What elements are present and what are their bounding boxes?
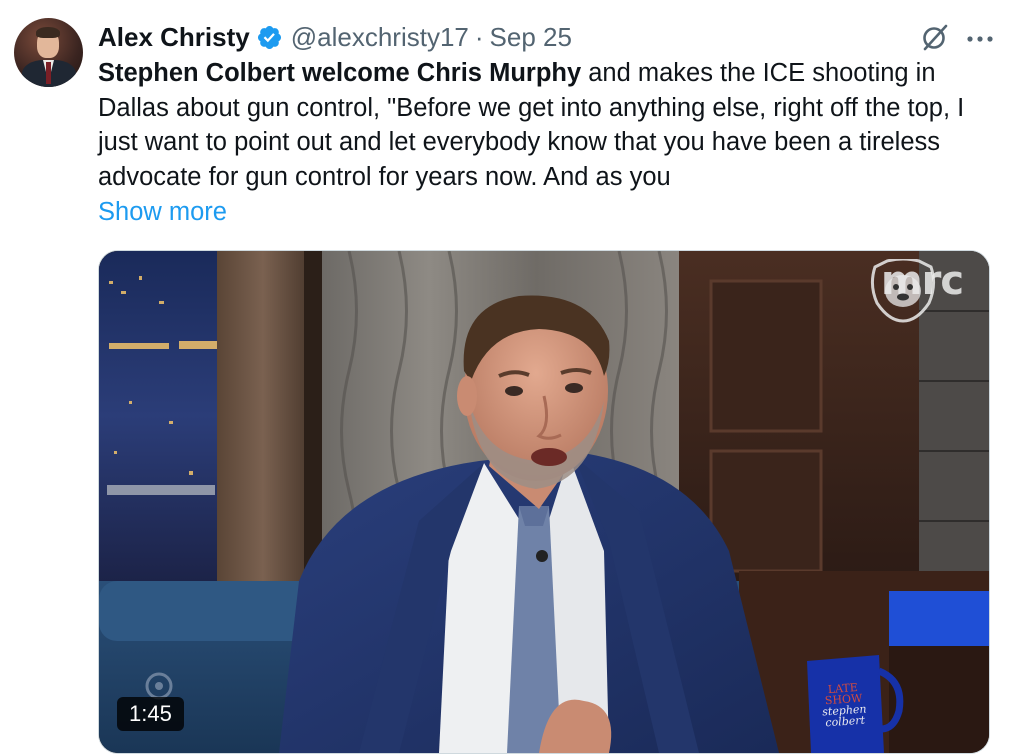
video-duration: 1:45	[117, 697, 184, 731]
verified-badge-icon[interactable]	[256, 24, 283, 51]
top-actions	[920, 22, 994, 57]
mrc-watermark: mrc	[867, 259, 977, 369]
show-more-link[interactable]: Show more	[98, 195, 227, 229]
avatar-tie	[46, 62, 51, 84]
tweet[interactable]: Alex Christy @alexchristy17 · Sep 25 Ste	[0, 0, 1024, 756]
separator: ·	[474, 22, 484, 52]
timestamp[interactable]: Sep 25	[490, 20, 572, 54]
more-options-icon[interactable]	[966, 31, 994, 49]
tweet-text: Stephen Colbert welcome Chris Murphy and…	[98, 56, 1003, 194]
display-name[interactable]: Alex Christy	[98, 20, 250, 54]
avatar[interactable]	[14, 18, 83, 87]
bulldog-logo-icon	[870, 259, 936, 323]
grok-icon[interactable]	[920, 22, 950, 57]
handle[interactable]: @alexchristy17	[291, 20, 469, 54]
tweet-header: Alex Christy @alexchristy17 · Sep 25	[98, 20, 572, 54]
tweet-bold-text[interactable]: Stephen Colbert welcome Chris Murphy	[98, 59, 581, 87]
video-frame	[99, 251, 989, 753]
avatar-hair	[36, 27, 60, 38]
video-player[interactable]: mrc LATE SHOW stephen colbert 1:45	[98, 250, 990, 754]
mug-logo: LATE SHOW stephen colbert	[812, 681, 877, 729]
